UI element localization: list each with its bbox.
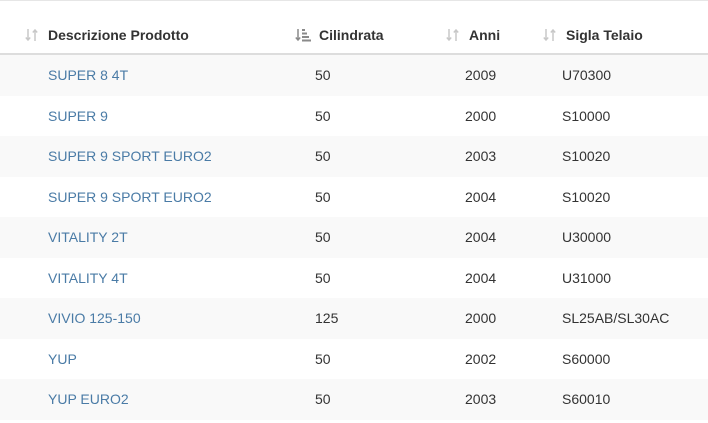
displacement-cell: 50	[292, 379, 442, 420]
description-cell: SUPER 9 SPORT EURO2	[0, 177, 292, 218]
column-label: Cilindrata	[319, 27, 384, 43]
table-header: Descrizione Prodotto Cilindrata Anni Sig…	[0, 17, 708, 55]
description-cell: SUPER 8 4T	[0, 54, 292, 96]
column-header-cilindrata[interactable]: Cilindrata	[292, 17, 442, 55]
year-cell: 2003	[442, 136, 539, 177]
product-link[interactable]: SUPER 8 4T	[48, 67, 128, 83]
product-link[interactable]: VIVIO 125-150	[48, 310, 141, 326]
displacement-cell: 50	[315, 269, 331, 286]
table-row: VITALITY 2T 50 2004 U30000	[0, 217, 708, 258]
top-divider	[0, 0, 708, 1]
table-row: SUPER 9 SPORT EURO2 50 2004 S10020	[0, 177, 708, 218]
column-label: Anni	[469, 27, 501, 43]
frame-code-cell: U30000	[539, 217, 708, 258]
year-cell: 2000	[465, 107, 497, 124]
product-link[interactable]: VITALITY 4T	[48, 270, 128, 286]
column-header-descrizione[interactable]: Descrizione Prodotto	[0, 17, 292, 55]
description-cell: YUP	[0, 339, 292, 380]
frame-code-cell: S10000	[562, 107, 611, 124]
description-cell: VITALITY 4T	[0, 258, 292, 299]
frame-code-cell: S10020	[539, 136, 708, 177]
product-link[interactable]: YUP	[48, 351, 77, 367]
column-label: Sigla Telaio	[566, 27, 643, 43]
table-row: YUP EURO2 50 2003 S60010	[0, 379, 708, 420]
product-link[interactable]: SUPER 9	[48, 108, 108, 124]
product-link[interactable]: YUP EURO2	[48, 391, 129, 407]
description-cell: SUPER 9	[0, 96, 292, 137]
table-body: SUPER 8 4T 50 2009 U70300 SUPER 9 50 200…	[0, 54, 708, 420]
table-row: VITALITY 4T 50 2004 U31000	[0, 258, 708, 299]
year-cell: 2003	[442, 379, 539, 420]
products-table: Descrizione Prodotto Cilindrata Anni Sig…	[0, 17, 708, 420]
description-cell: VITALITY 2T	[0, 217, 292, 258]
description-cell: YUP EURO2	[0, 379, 292, 420]
sort-both-icon[interactable]	[442, 28, 464, 42]
table-row: SUPER 8 4T 50 2009 U70300	[0, 54, 708, 96]
sort-amount-down-icon[interactable]	[292, 28, 314, 42]
displacement-cell: 50	[315, 107, 331, 124]
frame-code-cell: SL25AB/SL30AC	[539, 298, 708, 339]
displacement-cell: 125	[292, 298, 442, 339]
displacement-cell: 50	[315, 188, 331, 205]
year-cell: 2004	[465, 188, 497, 205]
table-row: VIVIO 125-150 125 2000 SL25AB/SL30AC	[0, 298, 708, 339]
sort-both-icon[interactable]	[21, 28, 43, 42]
frame-code-cell: S60000	[562, 350, 611, 367]
year-cell: 2004	[465, 269, 497, 286]
description-cell: SUPER 9 SPORT EURO2	[0, 136, 292, 177]
year-cell: 2004	[442, 217, 539, 258]
column-header-anni[interactable]: Anni	[442, 17, 539, 55]
table-row: SUPER 9 SPORT EURO2 50 2003 S10020	[0, 136, 708, 177]
displacement-cell: 50	[292, 54, 442, 96]
frame-code-cell: U31000	[562, 269, 612, 286]
frame-code-cell: S10020	[562, 188, 611, 205]
product-link[interactable]: SUPER 9 SPORT EURO2	[48, 189, 212, 205]
displacement-cell: 50	[292, 136, 442, 177]
table-row: SUPER 9 50 2000 S10000	[0, 96, 708, 137]
column-label: Descrizione Prodotto	[48, 27, 189, 43]
year-cell: 2000	[442, 298, 539, 339]
frame-code-cell: U70300	[539, 54, 708, 96]
year-cell: 2002	[465, 350, 497, 367]
sort-both-icon[interactable]	[539, 28, 561, 42]
product-link[interactable]: SUPER 9 SPORT EURO2	[48, 148, 212, 164]
header-row: Descrizione Prodotto Cilindrata Anni Sig…	[0, 17, 708, 55]
product-link[interactable]: VITALITY 2T	[48, 229, 128, 245]
year-cell: 2009	[442, 54, 539, 96]
column-header-sigla-telaio[interactable]: Sigla Telaio	[539, 17, 708, 55]
description-cell: VIVIO 125-150	[0, 298, 292, 339]
table-row: YUP 50 2002 S60000	[0, 339, 708, 380]
frame-code-cell: S60010	[539, 379, 708, 420]
displacement-cell: 50	[292, 217, 442, 258]
displacement-cell: 50	[315, 350, 331, 367]
